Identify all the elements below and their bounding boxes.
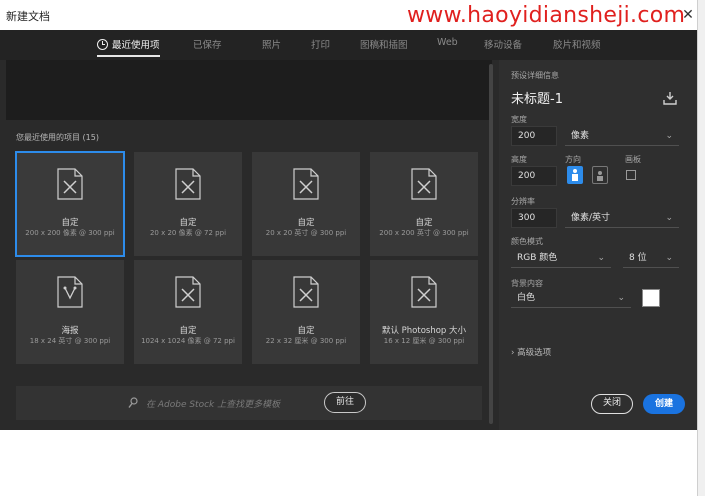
create-button[interactable]: 创建 (643, 394, 685, 414)
tab-web[interactable]: Web (437, 37, 458, 57)
recent-header-area (0, 60, 492, 120)
window-title: 新建文档 (6, 10, 50, 23)
recent-item-size: 200 x 200 像素 @ 300 ppi (25, 229, 115, 237)
recent-item-name: 自定 (297, 326, 315, 336)
chevron-down-icon: ⌄ (665, 131, 673, 141)
width-unit-select[interactable]: 像素 ⌄ (565, 126, 679, 146)
recent-item-size: 18 x 24 英寸 @ 300 ppi (29, 337, 111, 345)
recent-item-size: 20 x 20 英寸 @ 300 ppi (265, 229, 347, 237)
recent-item-name: 自定 (415, 218, 433, 228)
portrait-icon (572, 169, 578, 181)
recent-item-card[interactable]: 自定 200 x 200 英寸 @ 300 ppi (370, 152, 478, 256)
recent-items-panel: 您最近使用的项目 (15) 自定 200 x 200 像素 @ 300 ppi 自定… (0, 60, 493, 430)
resolution-input[interactable]: 300 (511, 208, 557, 228)
recent-item-card[interactable]: 海报 18 x 24 英寸 @ 300 ppi (16, 260, 124, 364)
stock-search-input[interactable]: 在 Adobe Stock 上查找更多模板 (146, 397, 280, 410)
blank-document-icon (411, 276, 437, 308)
width-unit-value: 像素 (571, 131, 590, 141)
tab-mobile[interactable]: 移动设备 (484, 37, 522, 57)
artboard-label: 画板 (625, 155, 641, 164)
recent-item-name: 默认 Photoshop 大小 (381, 326, 467, 336)
chevron-down-icon: ⌄ (617, 293, 625, 303)
width-label: 宽度 (511, 115, 527, 124)
portrait-orientation-button[interactable] (567, 166, 583, 184)
tab-film-video[interactable]: 胶片和视频 (553, 37, 601, 57)
recent-item-size: 20 x 20 像素 @ 72 ppi (149, 229, 227, 237)
tab-saved[interactable]: 已保存 (193, 37, 222, 57)
recent-item-size: 200 x 200 英寸 @ 300 ppi (379, 229, 469, 237)
preset-details-label: 预设详细信息 (511, 71, 559, 80)
window-edge (697, 0, 705, 496)
recent-item-size: 1024 x 1024 像素 @ 72 ppi (141, 337, 235, 345)
page-background (0, 430, 697, 496)
document-name-input[interactable]: 未标题-1 (511, 88, 563, 107)
recent-item-card[interactable]: 默认 Photoshop 大小 16 x 12 厘米 @ 300 ppi (370, 260, 478, 364)
recent-item-card[interactable]: 自定 1024 x 1024 像素 @ 72 ppi (134, 260, 242, 364)
advanced-options-toggle[interactable]: › 高级选项 (511, 346, 551, 358)
recent-item-name: 自定 (179, 218, 197, 228)
resolution-label: 分辨率 (511, 197, 535, 206)
recent-item-card[interactable]: 自定 20 x 20 英寸 @ 300 ppi (252, 152, 360, 256)
blank-document-icon (293, 168, 319, 200)
chevron-down-icon: ⌄ (665, 253, 673, 263)
blank-document-icon (57, 168, 83, 200)
vertical-scrollbar[interactable] (489, 64, 493, 424)
chevron-down-icon: ⌄ (597, 253, 605, 263)
recent-item-name: 自定 (179, 326, 197, 336)
recent-item-name: 海报 (61, 326, 79, 336)
close-button[interactable]: 关闭 (591, 394, 633, 414)
recent-item-size: 22 x 32 厘米 @ 300 ppi (265, 337, 347, 345)
recent-items-label: 您最近使用的项目 (15) (16, 133, 99, 142)
background-value: 白色 (517, 293, 536, 303)
tab-print[interactable]: 打印 (311, 37, 330, 57)
orientation-label: 方向 (565, 155, 581, 164)
tab-photo[interactable]: 照片 (262, 37, 281, 57)
blank-document-icon (175, 276, 201, 308)
width-input[interactable]: 200 (511, 126, 557, 146)
preset-details-panel: 预设详细信息 未标题-1 宽度 200 像素 ⌄ 高度 方向 画板 200 分辨率… (499, 60, 697, 430)
blank-document-icon (293, 276, 319, 308)
landscape-orientation-button[interactable] (592, 166, 608, 184)
window-close-icon[interactable]: ✕ (680, 7, 696, 23)
recent-item-name: 自定 (61, 218, 79, 228)
color-mode-select[interactable]: RGB 颜色 ⌄ (511, 248, 611, 268)
background-color-swatch[interactable] (642, 289, 660, 307)
tab-art-illustration[interactable]: 图稿和插图 (360, 37, 408, 57)
recent-item-card[interactable]: 自定 22 x 32 厘米 @ 300 ppi (252, 260, 360, 364)
landscape-icon (597, 171, 603, 181)
color-mode-label: 颜色模式 (511, 237, 543, 246)
background-select[interactable]: 白色 ⌄ (511, 288, 631, 308)
search-icon (128, 397, 138, 408)
tab-label: 最近使用项 (112, 40, 160, 51)
clock-icon (97, 39, 108, 50)
resolution-unit-select[interactable]: 像素/英寸 ⌄ (565, 208, 679, 228)
window-titlebar: 新建文档 www.haoyidiansheji.com ✕ (0, 0, 705, 30)
artboard-document-icon (57, 276, 83, 308)
bit-depth-value: 8 位 (629, 253, 647, 263)
new-document-dialog: 最近使用项 已保存 照片 打印 图稿和插图 Web 移动设备 胶片和视频 您最近… (0, 30, 697, 430)
recent-item-size: 16 x 12 厘米 @ 300 ppi (383, 337, 465, 345)
save-preset-icon[interactable] (663, 91, 677, 105)
recent-item-name: 自定 (297, 218, 315, 228)
resolution-unit-value: 像素/英寸 (571, 213, 611, 223)
blank-document-icon (411, 168, 437, 200)
recent-item-card[interactable]: 自定 20 x 20 像素 @ 72 ppi (134, 152, 242, 256)
recent-item-card[interactable]: 自定 200 x 200 像素 @ 300 ppi (15, 151, 125, 257)
watermark-text: www.haoyidiansheji.com (407, 3, 686, 28)
bit-depth-select[interactable]: 8 位 ⌄ (623, 248, 679, 268)
category-tabbar: 最近使用项 已保存 照片 打印 图稿和插图 Web 移动设备 胶片和视频 (0, 30, 697, 60)
stock-go-button[interactable]: 前往 (324, 392, 366, 413)
artboard-checkbox[interactable] (626, 170, 636, 180)
adobe-stock-search-bar: 在 Adobe Stock 上查找更多模板 前往 (16, 386, 482, 420)
height-input[interactable]: 200 (511, 166, 557, 186)
color-mode-value: RGB 颜色 (517, 253, 558, 263)
height-label: 高度 (511, 155, 527, 164)
tab-recent[interactable]: 最近使用项 (97, 37, 160, 57)
blank-document-icon (175, 168, 201, 200)
chevron-down-icon: ⌄ (665, 213, 673, 223)
